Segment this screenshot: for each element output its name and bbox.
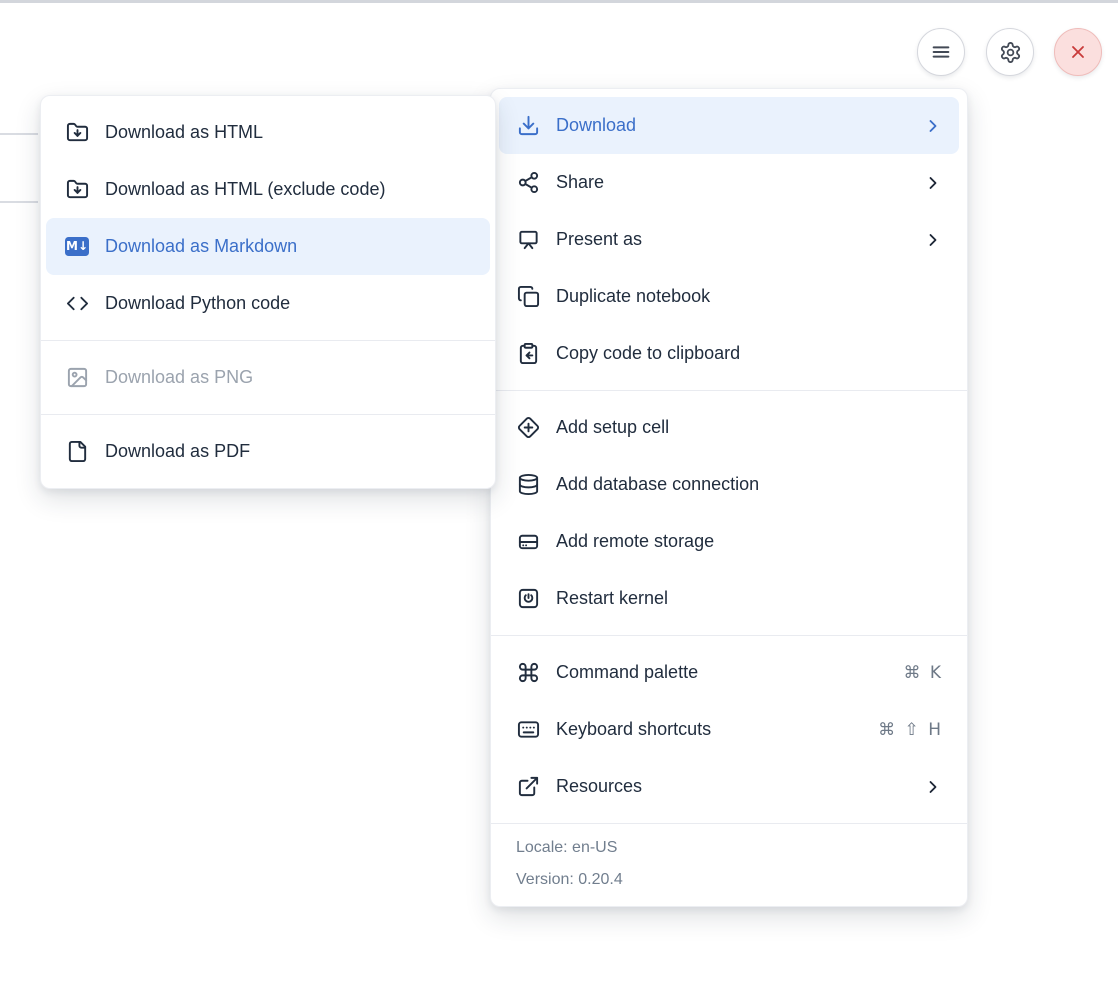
page-top-border [0, 0, 1118, 3]
menu-item-label: Resources [556, 776, 642, 797]
menu-item-label: Present as [556, 229, 642, 250]
locale-text: Locale: en-US [516, 836, 942, 860]
hamburger-icon [930, 41, 952, 63]
chevron-right-icon [923, 777, 943, 797]
menu-item-label: Download as PNG [105, 367, 253, 388]
chevron-right-icon [923, 116, 943, 136]
file-icon [65, 440, 89, 464]
version-text: Version: 0.20.4 [516, 868, 942, 892]
menu-item-label: Download Python code [105, 293, 290, 314]
menu-item-label: Share [556, 172, 604, 193]
close-icon [1068, 42, 1088, 62]
menu-item-resources[interactable]: Resources [491, 758, 967, 815]
background-cell-divider [0, 201, 38, 203]
menu-footer: Locale: en-US Version: 0.20.4 [491, 824, 967, 906]
menu-item-add-database-connection[interactable]: Add database connection [491, 456, 967, 513]
background-cell-divider [0, 133, 38, 135]
settings-button[interactable] [986, 28, 1034, 76]
menu-item-download-as-png: Download as PNG [41, 349, 495, 406]
image-icon [65, 366, 89, 390]
menu-item-present-as[interactable]: Present as [491, 211, 967, 268]
submenu-group-png: Download as PNG [41, 341, 495, 414]
menu-item-label: Add remote storage [556, 531, 714, 552]
menu-item-label: Download as Markdown [105, 236, 297, 257]
menu-item-label: Duplicate notebook [556, 286, 710, 307]
menu-item-add-setup-cell[interactable]: Add setup cell [491, 399, 967, 456]
download-submenu: Download as HTML Download as HTML (exclu… [40, 95, 496, 489]
menu-item-label: Command palette [556, 662, 698, 683]
menu-item-keyboard-shortcuts[interactable]: Keyboard shortcuts ⌘ ⇧ H [491, 701, 967, 758]
shortcut-hint: ⌘ ⇧ H [878, 720, 943, 740]
submenu-group-pdf: Download as PDF [41, 415, 495, 488]
markdown-download-icon: M↓ [65, 235, 89, 259]
chevron-right-icon [923, 173, 943, 193]
menu-item-label: Add database connection [556, 474, 759, 495]
menu-item-download-as-html-exclude-code[interactable]: Download as HTML (exclude code) [41, 161, 495, 218]
presentation-icon [516, 228, 540, 252]
notebook-menu-button[interactable] [917, 28, 965, 76]
menu-item-label: Keyboard shortcuts [556, 719, 711, 740]
menu-item-label: Add setup cell [556, 417, 669, 438]
power-icon [516, 587, 540, 611]
menu-item-label: Copy code to clipboard [556, 343, 740, 364]
menu-item-download-as-pdf[interactable]: Download as PDF [41, 423, 495, 480]
chevron-right-icon [923, 230, 943, 250]
keyboard-icon [516, 718, 540, 742]
gear-icon [999, 41, 1022, 64]
menu-item-download-as-html[interactable]: Download as HTML [41, 104, 495, 161]
copy-icon [516, 285, 540, 309]
menu-group-help: Command palette ⌘ K Keyboard shortcuts ⌘… [491, 636, 967, 823]
close-button[interactable] [1054, 28, 1102, 76]
menu-item-add-remote-storage[interactable]: Add remote storage [491, 513, 967, 570]
download-icon [516, 114, 540, 138]
menu-item-label: Download as PDF [105, 441, 250, 462]
menu-group-add: Add setup cell Add database connection A… [491, 391, 967, 635]
menu-item-share[interactable]: Share [491, 154, 967, 211]
menu-item-label: Download as HTML [105, 122, 263, 143]
submenu-group-documents: Download as HTML Download as HTML (exclu… [41, 96, 495, 340]
menu-item-restart-kernel[interactable]: Restart kernel [491, 570, 967, 627]
menu-item-download-python-code[interactable]: Download Python code [41, 275, 495, 332]
shortcut-hint: ⌘ K [903, 663, 943, 683]
notebook-menu: Download Share Present as [490, 88, 968, 907]
folder-download-icon [65, 121, 89, 145]
menu-item-label: Download as HTML (exclude code) [105, 179, 385, 200]
folder-download-icon [65, 178, 89, 202]
menu-item-label: Restart kernel [556, 588, 668, 609]
external-link-icon [516, 775, 540, 799]
command-icon [516, 661, 540, 685]
database-icon [516, 473, 540, 497]
menu-group-actions: Download Share Present as [491, 89, 967, 390]
diamond-plus-icon [516, 416, 540, 440]
code-icon [65, 292, 89, 316]
clipboard-copy-icon [516, 342, 540, 366]
menu-item-copy-code[interactable]: Copy code to clipboard [491, 325, 967, 382]
menu-item-download-as-markdown[interactable]: M↓ Download as Markdown [46, 218, 490, 275]
hard-drive-icon [516, 530, 540, 554]
share-icon [516, 171, 540, 195]
menu-item-download[interactable]: Download [499, 97, 959, 154]
menu-item-duplicate-notebook[interactable]: Duplicate notebook [491, 268, 967, 325]
menu-item-label: Download [556, 115, 636, 136]
menu-item-command-palette[interactable]: Command palette ⌘ K [491, 644, 967, 701]
